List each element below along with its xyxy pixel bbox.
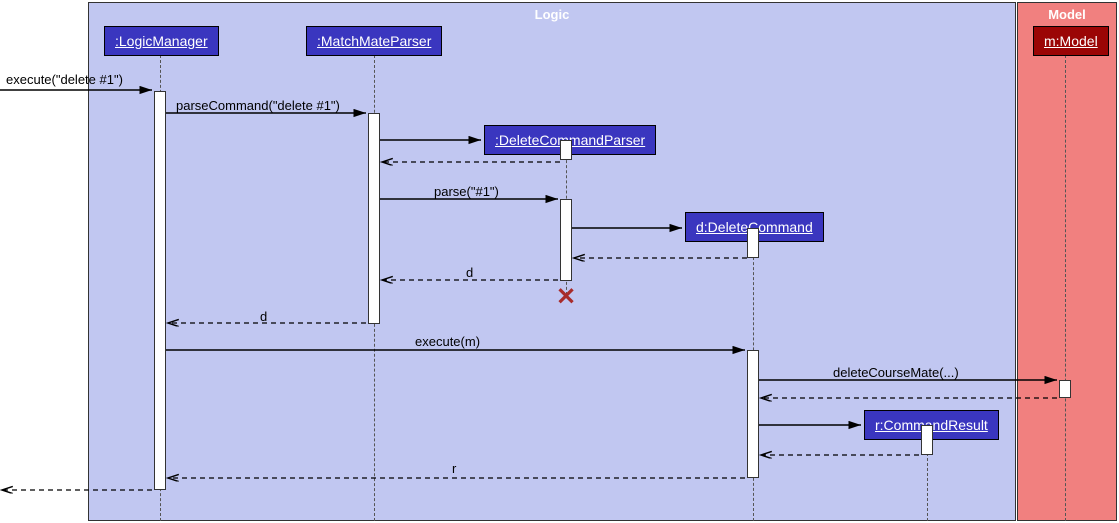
participant-logicmanager: :LogicManager [104, 26, 219, 56]
msg-parse-command: parseCommand("delete #1") [176, 98, 340, 113]
logic-box-label: Logic [535, 7, 570, 22]
activation-commandresult [921, 425, 933, 455]
msg-d2: d [260, 309, 267, 324]
participant-model: m:Model [1033, 26, 1109, 56]
activation-deletecommandparser-1 [560, 140, 572, 160]
msg-parse: parse("#1") [434, 184, 499, 199]
msg-d1: d [466, 265, 473, 280]
activation-deletecommandparser-2 [560, 199, 572, 281]
participant-matchmateparser: :MatchMateParser [306, 26, 442, 56]
activation-logicmanager [154, 91, 166, 490]
activation-deletecommand-1 [747, 228, 759, 258]
logic-box: Logic [88, 2, 1016, 521]
msg-delete-coursemate: deleteCourseMate(...) [833, 365, 959, 380]
msg-execute-m: execute(m) [415, 334, 480, 349]
activation-deletecommand-2 [747, 350, 759, 478]
msg-r: r [452, 461, 456, 476]
model-box-label: Model [1048, 7, 1086, 22]
msg-execute-delete: execute("delete #1") [6, 72, 123, 87]
activation-model [1059, 380, 1071, 398]
lifeline-model [1065, 55, 1066, 521]
activation-matchmateparser [368, 113, 380, 324]
model-box: Model [1017, 2, 1117, 521]
destroy-icon: ✕ [556, 283, 576, 312]
